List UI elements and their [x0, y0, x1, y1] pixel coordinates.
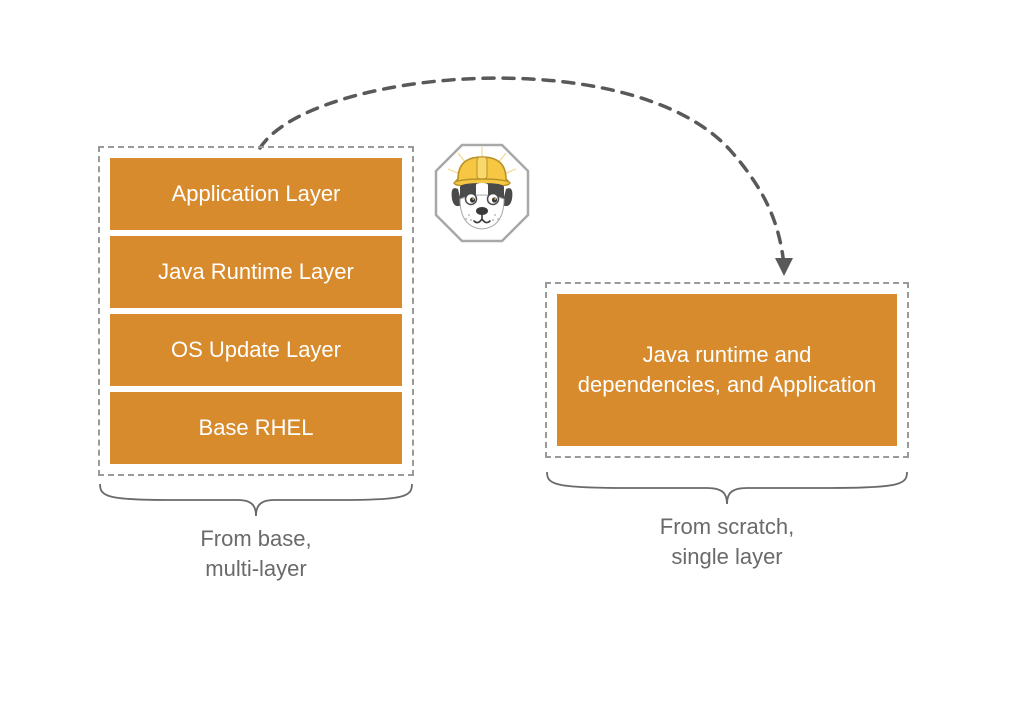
- caption-left-line1: From base,: [200, 526, 311, 551]
- caption-right: From scratch, single layer: [545, 512, 909, 571]
- right-stack-container: Java runtime and dependencies, and Appli…: [545, 282, 909, 458]
- brace-right: [545, 470, 909, 506]
- brace-left: [98, 482, 414, 518]
- layer-combined: Java runtime and dependencies, and Appli…: [557, 294, 897, 446]
- caption-right-line2: single layer: [671, 544, 782, 569]
- caption-left-line2: multi-layer: [205, 556, 306, 581]
- layer-os-update: OS Update Layer: [110, 314, 402, 386]
- caption-left: From base, multi-layer: [98, 524, 414, 583]
- layer-java-runtime: Java Runtime Layer: [110, 236, 402, 308]
- left-stack-container: Application Layer Java Runtime Layer OS …: [98, 146, 414, 476]
- jib-mascot-icon: [428, 139, 536, 247]
- layer-application: Application Layer: [110, 158, 402, 230]
- layer-base-rhel: Base RHEL: [110, 392, 402, 464]
- caption-right-line1: From scratch,: [660, 514, 794, 539]
